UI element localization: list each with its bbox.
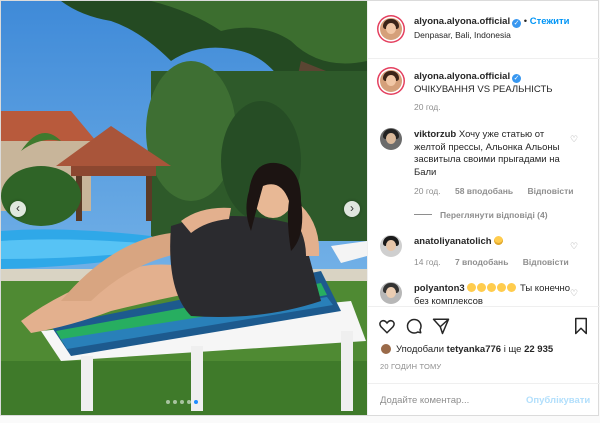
- post-header: alyona.alyona.official ✓ • Стежити Denpas…: [368, 1, 600, 59]
- comment-text: anatoliyanatolich: [414, 236, 574, 249]
- follow-button[interactable]: Стежити: [530, 16, 570, 27]
- carousel-dot: [187, 400, 191, 404]
- replies-line: [414, 214, 432, 215]
- author-username[interactable]: alyona.alyona.official: [414, 16, 510, 27]
- comment-username[interactable]: anatoliyanatolich: [414, 236, 492, 247]
- comment-input[interactable]: [380, 392, 520, 408]
- heart-icon[interactable]: [378, 317, 396, 335]
- bookmark-icon[interactable]: [572, 317, 590, 335]
- laughing-emoji-icon: [487, 283, 497, 292]
- likes-summary: Уподобали tetyanka776 і ще 22 935: [380, 343, 553, 355]
- chevron-left-icon: ‹: [16, 201, 20, 215]
- laughing-emoji-icon: [507, 283, 517, 292]
- laughing-emoji-icon: [477, 283, 487, 292]
- caption-meta: 20 год.: [414, 102, 453, 112]
- carousel-next-button[interactable]: ›: [344, 201, 360, 217]
- comment-time: 14 год.: [414, 257, 441, 267]
- add-comment-form: Опублікувати: [368, 383, 600, 415]
- commenter-avatar[interactable]: [380, 235, 402, 257]
- heart-icon: ♡: [570, 134, 579, 144]
- photo-scene: [1, 1, 367, 415]
- comment-reply-button[interactable]: Відповісти: [523, 257, 569, 267]
- comment-meta: 14 год. 7 вподобань Відповісти: [414, 257, 581, 267]
- comment-time: 20 год.: [414, 186, 441, 196]
- comment-reply-button[interactable]: Відповісти: [528, 186, 574, 196]
- carousel-dot: [173, 400, 177, 404]
- post-timestamp[interactable]: 20 ГОДИН ТОМУ: [380, 362, 441, 371]
- heart-eyes-emoji-icon: [494, 236, 504, 245]
- comment-like-button[interactable]: ♡: [570, 288, 580, 298]
- commenter-avatar[interactable]: [380, 128, 402, 150]
- comment-likes[interactable]: 58 вподобань: [455, 186, 513, 196]
- comment-icon[interactable]: [405, 317, 423, 335]
- carousel-dot: [166, 400, 170, 404]
- post-location[interactable]: Denpasar, Bali, Indonesia: [414, 30, 511, 40]
- verified-icon: ✓: [512, 19, 522, 28]
- likes-count[interactable]: 22 935: [524, 344, 553, 355]
- liker-username[interactable]: tetyanka776: [447, 344, 501, 355]
- carousel-indicator: [166, 400, 198, 404]
- caption-text: alyona.alyona.official ✓ ОЧІКУВАННЯ VS РЕ…: [414, 71, 574, 96]
- carousel-dot-active: [194, 400, 198, 404]
- post-actions: Уподобали tetyanka776 і ще 22 935 20 ГОД…: [368, 306, 600, 414]
- laughing-emoji-icon: [497, 283, 507, 292]
- post-sidebar: alyona.alyona.official ✓ • Стежити Denpas…: [367, 1, 600, 415]
- heart-icon: ♡: [570, 288, 579, 298]
- commenter-avatar[interactable]: [380, 282, 402, 304]
- view-replies-label: Переглянути відповіді (4): [440, 210, 548, 220]
- carousel-prev-button[interactable]: ‹: [10, 201, 26, 217]
- comment-text: polyanton3 Ты конечно без комплексов: [414, 283, 574, 306]
- carousel-dot: [180, 400, 184, 404]
- comment-likes[interactable]: 7 вподобань: [455, 257, 508, 267]
- comment-username[interactable]: viktorzub: [414, 129, 456, 140]
- likes-prefix: Уподобали: [396, 344, 445, 355]
- caption-username[interactable]: alyona.alyona.official: [414, 71, 510, 82]
- comment-like-button[interactable]: ♡: [570, 134, 580, 144]
- comments-list[interactable]: alyona.alyona.official ✓ ОЧІКУВАННЯ VS РЕ…: [368, 60, 600, 306]
- heart-icon: ♡: [570, 241, 579, 251]
- comment-text: viktorzub Хочу уже статью от желтой прес…: [414, 129, 574, 179]
- instagram-post: ‹ › alyona.alyona.official ✓ • Стежити De…: [0, 0, 600, 416]
- view-replies-button[interactable]: Переглянути відповіді (4): [414, 210, 548, 220]
- author-line: alyona.alyona.official ✓ • Стежити: [414, 16, 569, 28]
- share-icon[interactable]: [432, 317, 450, 335]
- comment-like-button[interactable]: ♡: [570, 241, 580, 251]
- author-avatar[interactable]: [380, 18, 402, 40]
- author-avatar[interactable]: [380, 70, 402, 92]
- caption-body: ОЧІКУВАННЯ VS РЕАЛЬНІСТЬ: [414, 83, 553, 95]
- liker-avatar[interactable]: [380, 343, 392, 355]
- publish-button[interactable]: Опублікувати: [526, 395, 590, 406]
- laughing-emoji-icon: [467, 283, 477, 292]
- comment-meta: 20 год. 58 вподобань Відповісти: [414, 186, 585, 196]
- follow-separator: •: [523, 16, 528, 27]
- verified-icon: ✓: [512, 74, 522, 83]
- post-photo[interactable]: ‹ ›: [1, 1, 367, 415]
- caption-time: 20 год.: [414, 102, 441, 112]
- likes-suffix: і ще: [503, 344, 522, 355]
- comment-username[interactable]: polyanton3: [414, 283, 465, 294]
- chevron-right-icon: ›: [350, 201, 354, 215]
